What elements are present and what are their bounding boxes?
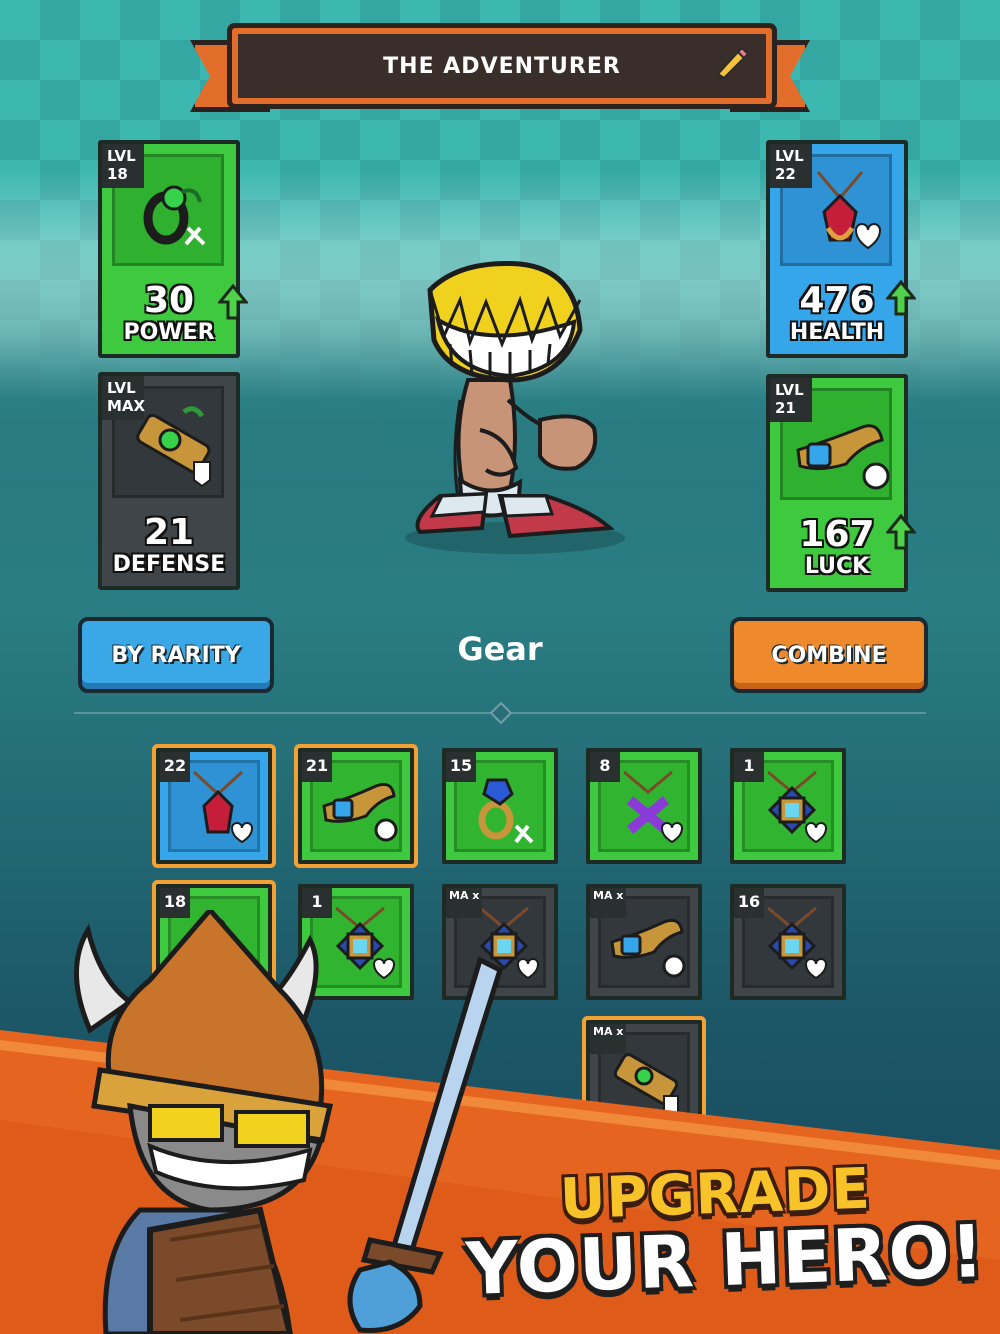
- sapphire-ring-icon: [478, 778, 534, 844]
- combine-button-label: COMBINE: [771, 642, 887, 668]
- gear-level-tag: MA x: [590, 888, 627, 918]
- gear-slot[interactable]: 1: [730, 748, 846, 864]
- gear-slot[interactable]: 22: [156, 748, 272, 864]
- square-amulet-icon: [767, 770, 828, 844]
- health-label: HEALTH: [789, 320, 885, 345]
- gear-slot[interactable]: 15: [442, 748, 558, 864]
- gear-slot[interactable]: 8: [586, 748, 702, 864]
- ruby-amulet-icon: [816, 171, 882, 250]
- bracer-icon: [136, 406, 211, 488]
- hero-name-plate[interactable]: THE ADVENTURER: [232, 28, 772, 104]
- viking-mascot: [74, 910, 504, 1334]
- gear-level-tag: 8: [590, 752, 620, 782]
- power-label: POWER: [123, 320, 215, 345]
- luck-upgrade-arrow-icon[interactable]: [886, 514, 916, 550]
- gear-section-title: Gear: [457, 630, 543, 668]
- gear-slot[interactable]: 16: [730, 884, 846, 1000]
- gear-level-tag: 1: [734, 752, 764, 782]
- health-upgrade-arrow-icon[interactable]: [886, 280, 916, 316]
- luck-stat-card[interactable]: LVL 21 167 LUCK: [766, 374, 908, 592]
- title-banner: THE ADVENTURER: [190, 28, 810, 112]
- ring-icon: [143, 185, 206, 246]
- defense-stat-card[interactable]: LVL MAX 21 DEFENSE: [98, 372, 240, 590]
- pencil-icon[interactable]: [712, 46, 748, 82]
- hero-character: [405, 261, 625, 554]
- gear-slot[interactable]: MA x: [586, 884, 702, 1000]
- combine-button[interactable]: COMBINE: [730, 617, 928, 693]
- ruby-amulet-icon: [192, 770, 254, 844]
- defense-label: DEFENSE: [112, 552, 226, 577]
- luck-value: 167: [799, 514, 875, 555]
- power-upgrade-arrow-icon[interactable]: [218, 284, 248, 320]
- luck-label: LUCK: [804, 554, 870, 579]
- health-value: 476: [799, 280, 875, 321]
- gear-level-tag: 21: [302, 752, 332, 782]
- gear-level-tag: 16: [734, 888, 764, 918]
- health-stat-card[interactable]: LVL 22 476 HEALTH: [766, 140, 908, 358]
- square-amulet-icon: [767, 906, 828, 980]
- hero-name: THE ADVENTURER: [383, 53, 621, 79]
- defense-value: 21: [143, 512, 195, 553]
- power-value: 30: [143, 280, 195, 321]
- horn-luck-icon: [322, 782, 398, 842]
- sort-by-rarity-button[interactable]: BY RARITY: [78, 617, 274, 693]
- gear-slot[interactable]: 21: [298, 748, 414, 864]
- horn-icon: [796, 424, 890, 490]
- horn-luck-icon: [610, 918, 686, 978]
- gear-level-tag: 22: [160, 752, 190, 782]
- sort-button-label: BY RARITY: [111, 642, 241, 668]
- power-stat-card[interactable]: LVL 18 30 POWER: [98, 140, 240, 358]
- cross-amulet-icon: [623, 770, 684, 844]
- gear-level-tag: 15: [446, 752, 476, 782]
